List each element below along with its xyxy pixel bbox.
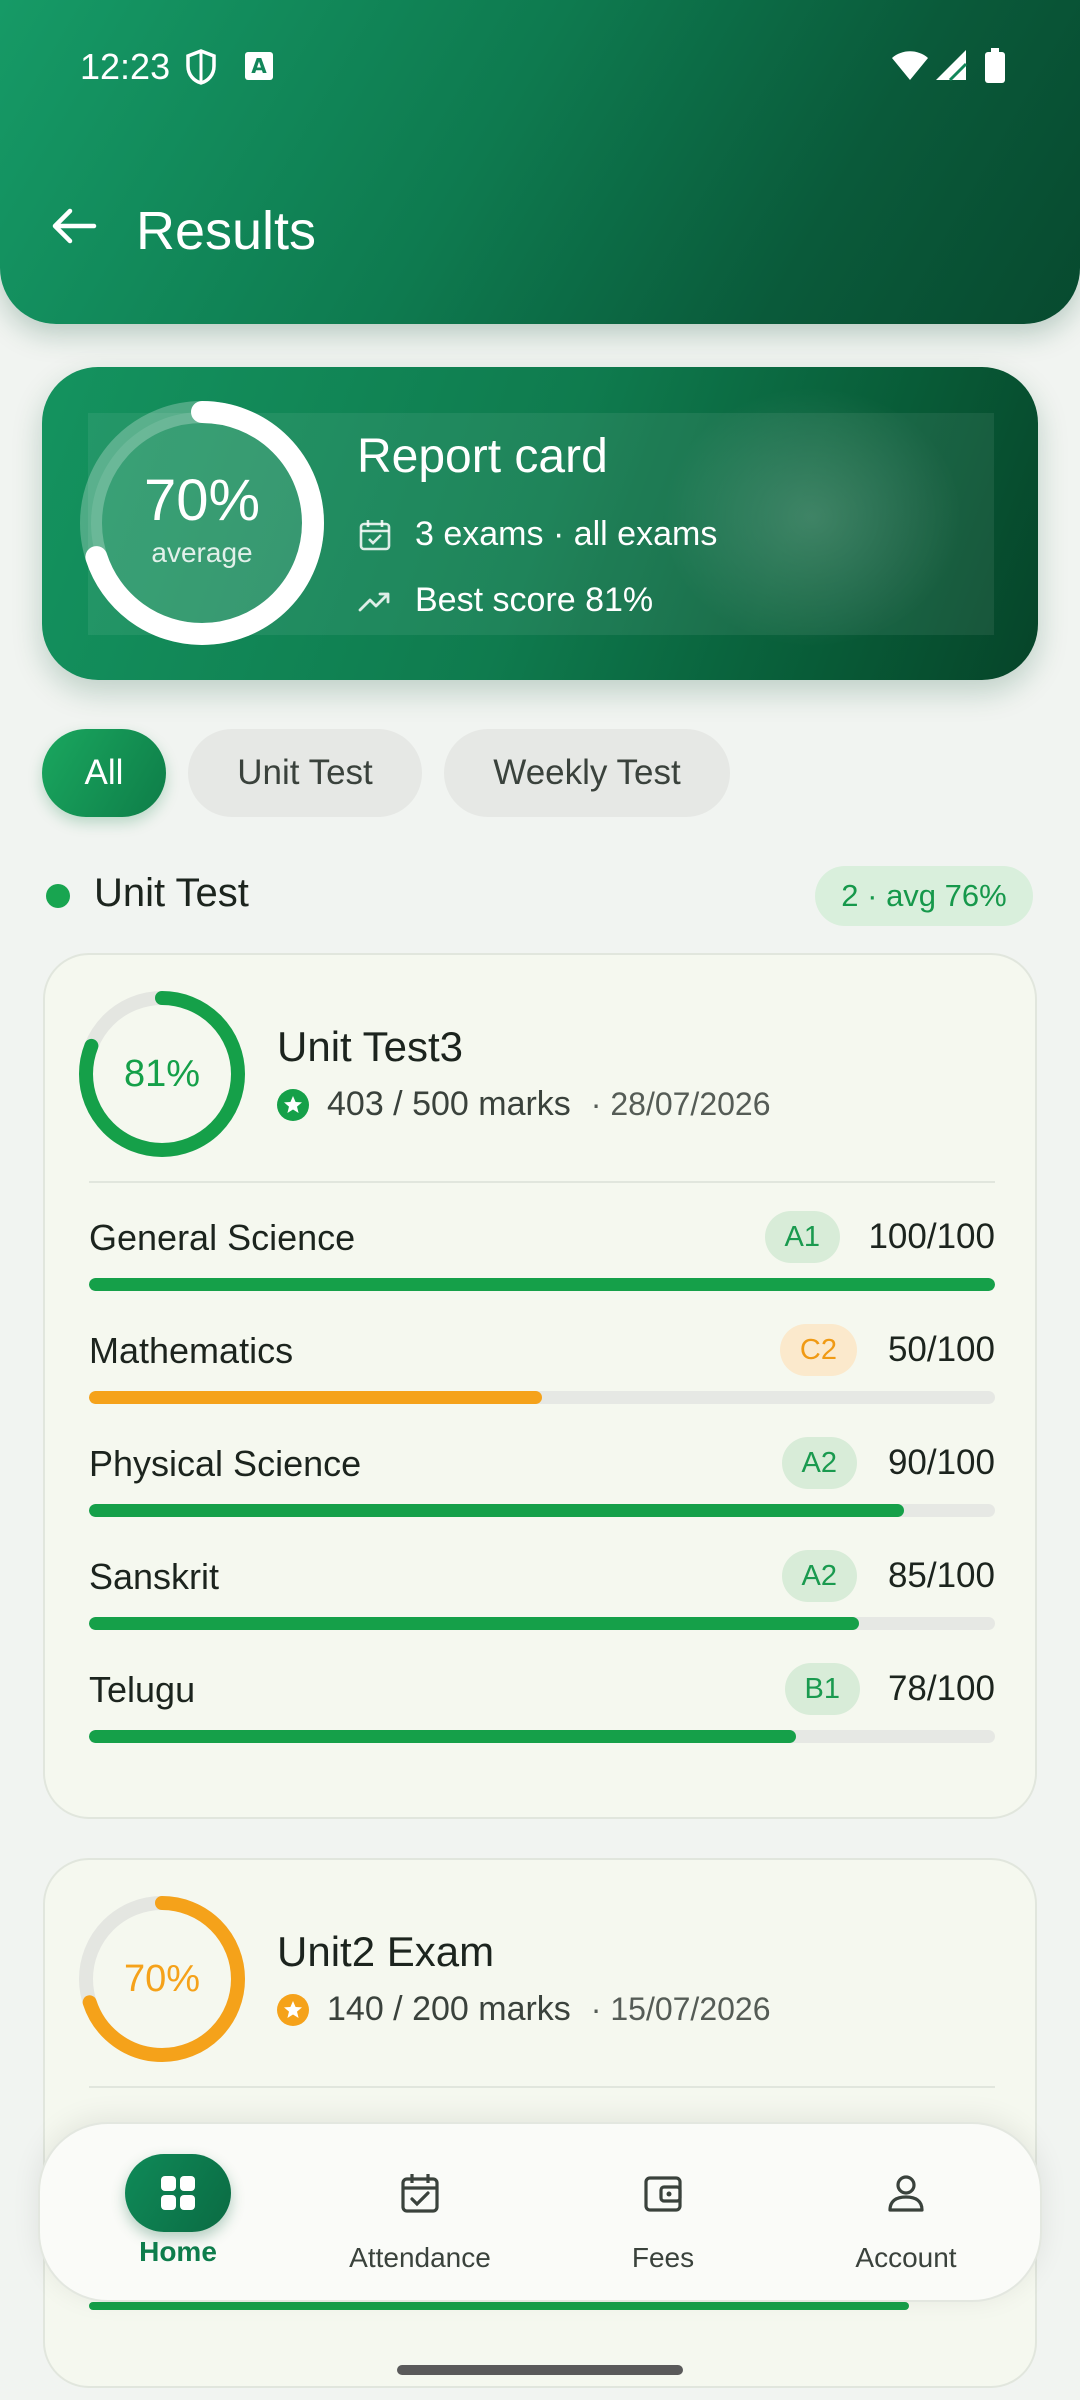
calendar-check-icon bbox=[359, 519, 391, 550]
nav-item-home[interactable]: Home bbox=[78, 2154, 278, 2268]
score-progress-fill bbox=[89, 2302, 909, 2310]
exam-title: Unit Test3 bbox=[277, 1023, 463, 1070]
wallet-icon bbox=[644, 2176, 682, 2212]
exam-marks-line: 140 / 200 marks · 15/07/2026 bbox=[277, 1990, 771, 2029]
score-progress-bar bbox=[89, 1617, 995, 1630]
keyboard-a-icon: A bbox=[245, 52, 273, 80]
subject-score: 85/100 bbox=[887, 1556, 995, 1595]
exam-marks-line: 403 / 500 marks · 28/07/2026 bbox=[277, 1085, 771, 1124]
score-progress-bar bbox=[89, 1730, 995, 1743]
app-header: 12:23 A Results bbox=[0, 0, 1080, 324]
report-card-title: Report card bbox=[357, 430, 608, 483]
nav-item-attendance[interactable]: Attendance bbox=[320, 2154, 520, 2274]
status-time: 12:23 bbox=[80, 46, 171, 87]
subject-score: 100/100 bbox=[868, 1217, 995, 1256]
card-divider bbox=[89, 2086, 995, 2088]
subject-row: Physical Science A2 90/100 bbox=[89, 1437, 995, 1523]
nav-label: Attendance bbox=[349, 2242, 491, 2273]
bottom-navigation: Home Attendance Fees Account bbox=[38, 2122, 1042, 2302]
grade-badge: A2 bbox=[781, 1437, 857, 1489]
exam-date: · 15/07/2026 bbox=[590, 1991, 771, 2027]
subject-name: Physical Science bbox=[89, 1443, 362, 1484]
subject-name: General Science bbox=[89, 1217, 356, 1258]
grade-badge: C2 bbox=[779, 1324, 857, 1376]
exam-marks: 403 / 500 marks bbox=[327, 1085, 571, 1123]
signal-icon bbox=[936, 50, 968, 82]
subject-score: 50/100 bbox=[887, 1330, 995, 1369]
grid-icon bbox=[161, 2176, 195, 2210]
section-dot bbox=[46, 884, 70, 908]
section-title: Unit Test bbox=[94, 871, 249, 915]
shield-icon bbox=[186, 49, 216, 85]
person-icon bbox=[888, 2175, 924, 2212]
subject-score: 78/100 bbox=[887, 1669, 995, 1708]
filter-chip-all[interactable]: All bbox=[42, 729, 166, 817]
score-progress-fill bbox=[89, 1730, 796, 1743]
score-progress-bar bbox=[89, 1278, 995, 1291]
grade-badge: A2 bbox=[781, 1550, 857, 1602]
wifi-icon bbox=[892, 51, 928, 80]
subject-row: Sanskrit A2 85/100 bbox=[89, 1550, 995, 1636]
exam-marks: 140 / 200 marks bbox=[327, 1990, 571, 2028]
nav-pill bbox=[125, 2154, 231, 2232]
best-score-line: Best score 81% bbox=[357, 581, 653, 620]
battery-icon bbox=[985, 48, 1005, 83]
trending-up-icon bbox=[358, 592, 390, 611]
card-divider bbox=[89, 1181, 995, 1183]
page-title: Results bbox=[136, 201, 317, 261]
exam-score-percent: 81% bbox=[123, 1053, 201, 1095]
grade-badge: A1 bbox=[764, 1211, 840, 1263]
svg-text:A: A bbox=[251, 54, 267, 78]
score-progress-bar bbox=[89, 1391, 995, 1404]
nav-pill bbox=[853, 2154, 959, 2232]
subject-name: Telugu bbox=[89, 1669, 196, 1710]
grade-badge: B1 bbox=[784, 1663, 860, 1715]
filter-chip-unit-test[interactable]: Unit Test bbox=[188, 729, 422, 817]
score-progress-fill bbox=[89, 1504, 905, 1517]
status-bar: 12:23 A bbox=[0, 0, 1080, 130]
nav-label: Home bbox=[139, 2236, 217, 2267]
nav-label: Account bbox=[855, 2242, 957, 2273]
score-progress-fill bbox=[89, 1391, 542, 1404]
score-progress-fill bbox=[89, 1617, 860, 1630]
subject-row: Telugu B1 78/100 bbox=[89, 1663, 995, 1749]
subject-name: Mathematics bbox=[89, 1330, 294, 1371]
exam-score-percent: 70% bbox=[123, 1958, 201, 2000]
back-arrow-icon[interactable] bbox=[48, 200, 100, 252]
star-badge-icon bbox=[277, 1088, 309, 1121]
nav-pill bbox=[367, 2154, 473, 2232]
subject-score: 90/100 bbox=[887, 1443, 995, 1482]
score-progress-fill bbox=[89, 1278, 995, 1291]
nav-item-account[interactable]: Account bbox=[806, 2154, 1006, 2274]
gesture-home-indicator[interactable] bbox=[397, 2365, 683, 2375]
nav-pill bbox=[610, 2154, 716, 2232]
subject-name: Sanskrit bbox=[89, 1556, 220, 1597]
exam-card[interactable]: 81% Unit Test3 403 / 500 marks · 28/07/2… bbox=[43, 953, 1037, 1819]
average-label: average bbox=[151, 537, 253, 568]
nav-item-fees[interactable]: Fees bbox=[563, 2154, 763, 2274]
subject-row: General Science A1 100/100 bbox=[89, 1211, 995, 1297]
exam-date: · 28/07/2026 bbox=[590, 1086, 771, 1122]
filter-chip-weekly-test[interactable]: Weekly Test bbox=[444, 729, 730, 817]
star-badge-icon bbox=[277, 1993, 309, 2026]
nav-label: Fees bbox=[631, 2242, 695, 2273]
section-count-badge: 2 · avg 76% bbox=[815, 866, 1033, 926]
report-card: 70% average Report card 3 exams · all ex… bbox=[42, 367, 1038, 680]
subject-row: Mathematics C2 50/100 bbox=[89, 1324, 995, 1410]
average-percent: 70% bbox=[143, 468, 261, 533]
exams-count-line: 3 exams · all exams bbox=[357, 515, 717, 554]
score-progress-bar bbox=[89, 1504, 995, 1517]
best-score-text: Best score 81% bbox=[415, 581, 654, 619]
calendar-check-icon bbox=[401, 2174, 439, 2213]
exam-title: Unit2 Exam bbox=[277, 1928, 495, 1975]
exams-count-text: 3 exams · all exams bbox=[415, 515, 718, 553]
